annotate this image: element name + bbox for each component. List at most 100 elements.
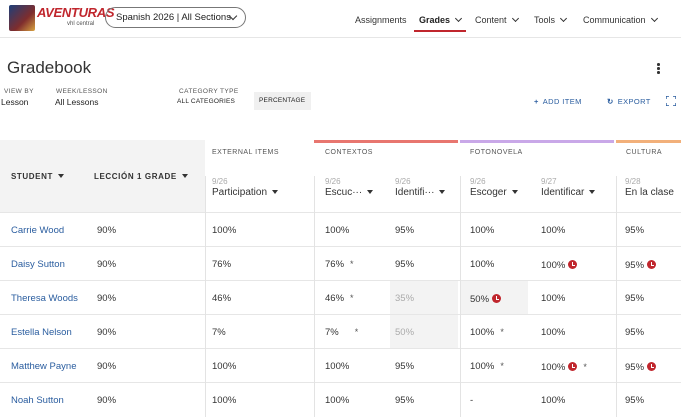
- column-en-la-clase[interactable]: En la clase: [625, 187, 674, 198]
- grade-cell[interactable]: 100%: [212, 225, 236, 236]
- active-tab-indicator: [414, 30, 466, 32]
- grade-cell[interactable]: 95%: [395, 395, 414, 406]
- add-item-button[interactable]: + ADD ITEM: [534, 97, 582, 106]
- category-fotonovela: FOTONOVELA: [470, 149, 523, 156]
- grade-cell[interactable]: 35%: [395, 293, 414, 304]
- sort-down-icon: [272, 190, 279, 194]
- nav-assignments[interactable]: Assignments: [355, 15, 407, 25]
- course-selector[interactable]: Spanish 2026 | All Sections: [105, 7, 246, 28]
- category-external-items: EXTERNAL ITEMS: [212, 149, 280, 156]
- grade-cell[interactable]: 95%: [395, 225, 414, 236]
- grade-cell[interactable]: -: [470, 395, 473, 406]
- grade-cell[interactable]: 46% *: [325, 293, 354, 304]
- student-link[interactable]: Theresa Woods: [11, 293, 78, 304]
- nav-communication[interactable]: Communication: [583, 14, 658, 25]
- grade-cell[interactable]: 95%: [395, 259, 414, 270]
- grade-cell[interactable]: 76% *: [325, 259, 354, 270]
- expand-icon[interactable]: [666, 96, 676, 106]
- student-column-header[interactable]: STUDENT: [11, 172, 64, 181]
- sort-down-icon: [589, 190, 596, 194]
- view-by-select[interactable]: Lesson: [1, 97, 28, 107]
- nav-tools[interactable]: Tools: [534, 14, 568, 25]
- chevron-down-icon: [511, 14, 519, 23]
- lesson-grade: 90%: [97, 259, 117, 270]
- grade-cell[interactable]: 100%: [541, 259, 578, 271]
- week-lesson-select[interactable]: All Lessons: [55, 97, 98, 107]
- aventuras-logo[interactable]: AVENTURAS vhl central: [9, 3, 115, 31]
- brand-name: AVENTURAS: [37, 5, 115, 20]
- grade-cell[interactable]: 95%: [625, 293, 644, 304]
- export-button[interactable]: ↻ EXPORT: [607, 97, 651, 106]
- vendor-name: vhl central: [67, 21, 95, 27]
- lesson-grade: 90%: [97, 327, 117, 338]
- grade-cell[interactable]: 100%: [541, 293, 565, 304]
- column-identificar-fotonovela[interactable]: Identificar: [541, 187, 596, 198]
- grade-cell[interactable]: 95%: [625, 327, 644, 338]
- export-icon: ↻: [607, 97, 614, 106]
- star-marker: *: [350, 293, 354, 303]
- column-date: 9/26: [470, 177, 486, 186]
- grade-cell[interactable]: 95%: [625, 225, 644, 236]
- grade-cell[interactable]: 95%: [395, 361, 414, 372]
- top-nav: AVENTURAS vhl central Spanish 2026 | All…: [0, 0, 681, 38]
- column-identificar-contextos[interactable]: Identifi···: [395, 187, 446, 198]
- nav-grades[interactable]: Grades: [419, 14, 463, 25]
- grade-cell[interactable]: 7%: [212, 327, 226, 338]
- category-type-select[interactable]: ALL CATEGORIES: [177, 98, 235, 105]
- grade-cell[interactable]: 100%: [541, 395, 565, 406]
- cultura-category-bar: [616, 140, 681, 143]
- table-row: Theresa Woods 90% 46% 46% * 35% 50% 100% …: [0, 280, 681, 315]
- late-clock-icon: [647, 362, 657, 371]
- lesson-grade-column-header[interactable]: LECCIÓN 1 GRADE: [94, 172, 188, 181]
- grade-cell[interactable]: 100% *: [541, 361, 587, 373]
- sort-down-icon: [367, 190, 374, 194]
- late-clock-icon: [568, 260, 578, 269]
- student-link[interactable]: Carrie Wood: [11, 225, 64, 236]
- lesson-grade: 90%: [97, 225, 117, 236]
- column-divider: [616, 176, 617, 417]
- student-link[interactable]: Daisy Sutton: [11, 259, 65, 270]
- more-options-icon[interactable]: [657, 63, 660, 75]
- sort-down-icon: [511, 190, 518, 194]
- column-date: 9/26: [395, 177, 411, 186]
- column-date: 9/26: [212, 177, 228, 186]
- grade-cell[interactable]: 95%: [625, 395, 644, 406]
- grade-cell[interactable]: 100% *: [470, 361, 504, 372]
- book-cover-icon: [9, 5, 35, 31]
- display-mode-toggle[interactable]: PERCENTAGE: [254, 92, 311, 110]
- sort-down-icon: [181, 174, 188, 178]
- grade-cell[interactable]: 7% *: [325, 327, 358, 338]
- grade-cell[interactable]: 100%: [541, 225, 565, 236]
- star-marker: *: [354, 327, 359, 337]
- grade-cell[interactable]: 100%: [325, 225, 349, 236]
- grade-cell[interactable]: 100%: [212, 361, 236, 372]
- column-participation[interactable]: Participation: [212, 187, 279, 198]
- student-link[interactable]: Estella Nelson: [11, 327, 72, 338]
- grade-cell[interactable]: 100%: [325, 395, 349, 406]
- grade-cell[interactable]: 100%: [541, 327, 565, 338]
- grade-cell[interactable]: 100%: [212, 395, 236, 406]
- grade-cell[interactable]: 100%: [325, 361, 349, 372]
- column-date: 9/28: [625, 177, 641, 186]
- category-type-label: CATEGORY TYPE: [179, 88, 239, 95]
- grade-cell[interactable]: 50%: [470, 293, 502, 305]
- sort-down-icon: [439, 190, 446, 194]
- lesson-grade: 90%: [97, 395, 117, 406]
- grade-cell[interactable]: 100% *: [470, 327, 504, 338]
- table-row: Carrie Wood 90% 100% 100% 95% 100% 100% …: [0, 212, 681, 246]
- column-escoger[interactable]: Escoger: [470, 187, 518, 198]
- grade-cell[interactable]: 95%: [625, 361, 657, 373]
- student-link[interactable]: Noah Sutton: [11, 395, 64, 406]
- grade-cell[interactable]: 50%: [395, 327, 414, 338]
- grade-cell[interactable]: 100%: [470, 225, 494, 236]
- grade-cell[interactable]: 95%: [625, 259, 657, 271]
- star-marker: *: [350, 259, 354, 269]
- grade-cell[interactable]: 46%: [212, 293, 231, 304]
- student-link[interactable]: Matthew Payne: [11, 361, 76, 372]
- contextos-category-bar: [314, 140, 458, 143]
- grade-cell[interactable]: 100%: [470, 259, 494, 270]
- column-escuchar[interactable]: Escuc···: [325, 187, 374, 198]
- grade-cell[interactable]: 76%: [212, 259, 231, 270]
- nav-content[interactable]: Content: [475, 14, 519, 25]
- star-marker: *: [583, 362, 587, 372]
